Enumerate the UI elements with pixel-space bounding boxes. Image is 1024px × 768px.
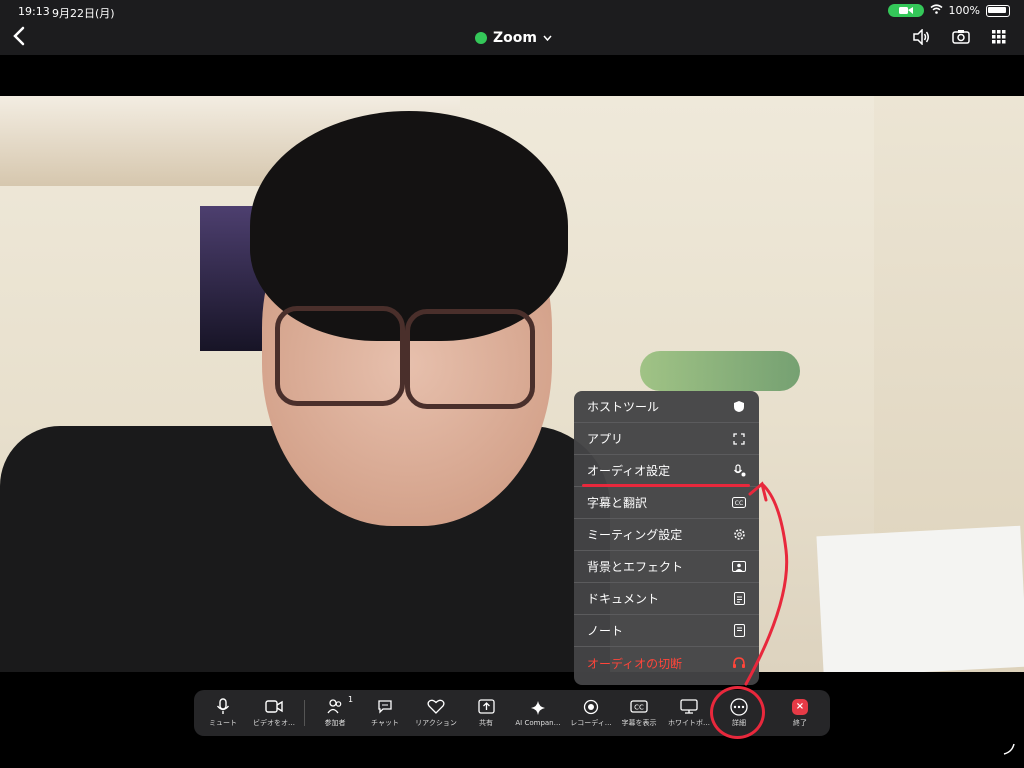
background-plants xyxy=(640,351,800,391)
share-button[interactable]: 共有 xyxy=(466,690,506,736)
battery-icon xyxy=(986,4,1010,17)
microphone-icon xyxy=(216,698,230,715)
record-button[interactable]: レコーディ… xyxy=(566,690,616,736)
more-menu: ホストツール アプリ オーディオ設定 字幕と翻訳 CC ミーティング設定 背景と… xyxy=(574,391,759,685)
ai-companion-button[interactable]: AI Compan… xyxy=(510,690,566,736)
meeting-header: Zoom xyxy=(0,22,1024,55)
end-meeting-button[interactable]: × 終了 xyxy=(780,690,820,736)
battery-percent: 100% xyxy=(948,4,980,17)
status-date: 9月22日(月) xyxy=(52,7,115,20)
speaker-button[interactable] xyxy=(912,28,930,49)
menu-item-apps[interactable]: アプリ xyxy=(574,423,759,455)
switch-camera-button[interactable] xyxy=(952,29,970,49)
video-button[interactable]: ビデオをオ… xyxy=(248,690,300,736)
switch-camera-icon xyxy=(952,30,970,44)
sparkle-icon xyxy=(530,699,546,716)
meeting-title: Zoom xyxy=(493,30,537,46)
video-feed[interactable] xyxy=(0,96,1024,672)
back-button[interactable] xyxy=(12,26,26,52)
menu-item-background-effects[interactable]: 背景とエフェクト xyxy=(574,551,759,583)
chevron-left-icon xyxy=(13,26,25,46)
annotation-circle xyxy=(710,686,765,739)
chevron-down-icon xyxy=(543,35,552,41)
cc-icon: CC xyxy=(630,698,648,715)
gallery-view-button[interactable] xyxy=(992,29,1006,49)
grid-icon xyxy=(992,30,1006,44)
chat-button[interactable]: チャット xyxy=(362,690,408,736)
annotation-arrow xyxy=(744,481,789,686)
menu-item-disconnect-audio[interactable]: オーディオの切断 xyxy=(574,647,759,679)
participant-glasses-left xyxy=(275,306,405,406)
participant-count-badge: 1 xyxy=(348,695,354,704)
menu-item-notes[interactable]: ノート xyxy=(574,615,759,647)
apps-icon xyxy=(732,432,746,446)
svg-text:CC: CC xyxy=(634,704,644,712)
meeting-title-button[interactable]: Zoom xyxy=(475,30,552,46)
reaction-button[interactable]: リアクション xyxy=(410,690,462,736)
speaker-icon xyxy=(913,28,929,46)
participants-icon xyxy=(327,698,343,715)
encryption-shield-icon xyxy=(475,32,487,44)
close-icon: × xyxy=(792,698,808,715)
annotation-underline xyxy=(582,484,750,487)
menu-item-captions[interactable]: 字幕と翻訳 CC xyxy=(574,487,759,519)
resize-handle-icon[interactable] xyxy=(1002,742,1016,760)
menu-item-host-tools[interactable]: ホストツール xyxy=(574,391,759,423)
show-captions-button[interactable]: CC 字幕を表示 xyxy=(616,690,662,736)
video-camera-icon xyxy=(265,698,283,715)
chat-icon xyxy=(377,698,393,715)
menu-item-meeting-settings[interactable]: ミーティング設定 xyxy=(574,519,759,551)
toolbar-divider xyxy=(304,700,305,726)
wifi-icon xyxy=(930,4,943,17)
shield-icon xyxy=(732,400,746,414)
menu-item-audio-settings[interactable]: オーディオ設定 xyxy=(574,455,759,487)
record-icon xyxy=(583,698,599,715)
participant-glasses-right xyxy=(405,309,535,409)
status-bar: 19:13 9月22日(月) 100% xyxy=(0,0,1024,22)
whiteboard-icon xyxy=(680,698,698,715)
share-icon xyxy=(477,698,495,715)
background-sheet-music xyxy=(816,525,1024,672)
header-icons xyxy=(912,28,1006,49)
mute-button[interactable]: ミュート xyxy=(202,690,244,736)
status-right: 100% xyxy=(887,4,1010,17)
whiteboard-button[interactable]: ホワイトボ… xyxy=(664,690,714,736)
menu-item-documents[interactable]: ドキュメント xyxy=(574,583,759,615)
heart-icon xyxy=(427,698,445,715)
status-time: 19:13 xyxy=(18,5,50,18)
camera-active-icon xyxy=(887,4,924,17)
